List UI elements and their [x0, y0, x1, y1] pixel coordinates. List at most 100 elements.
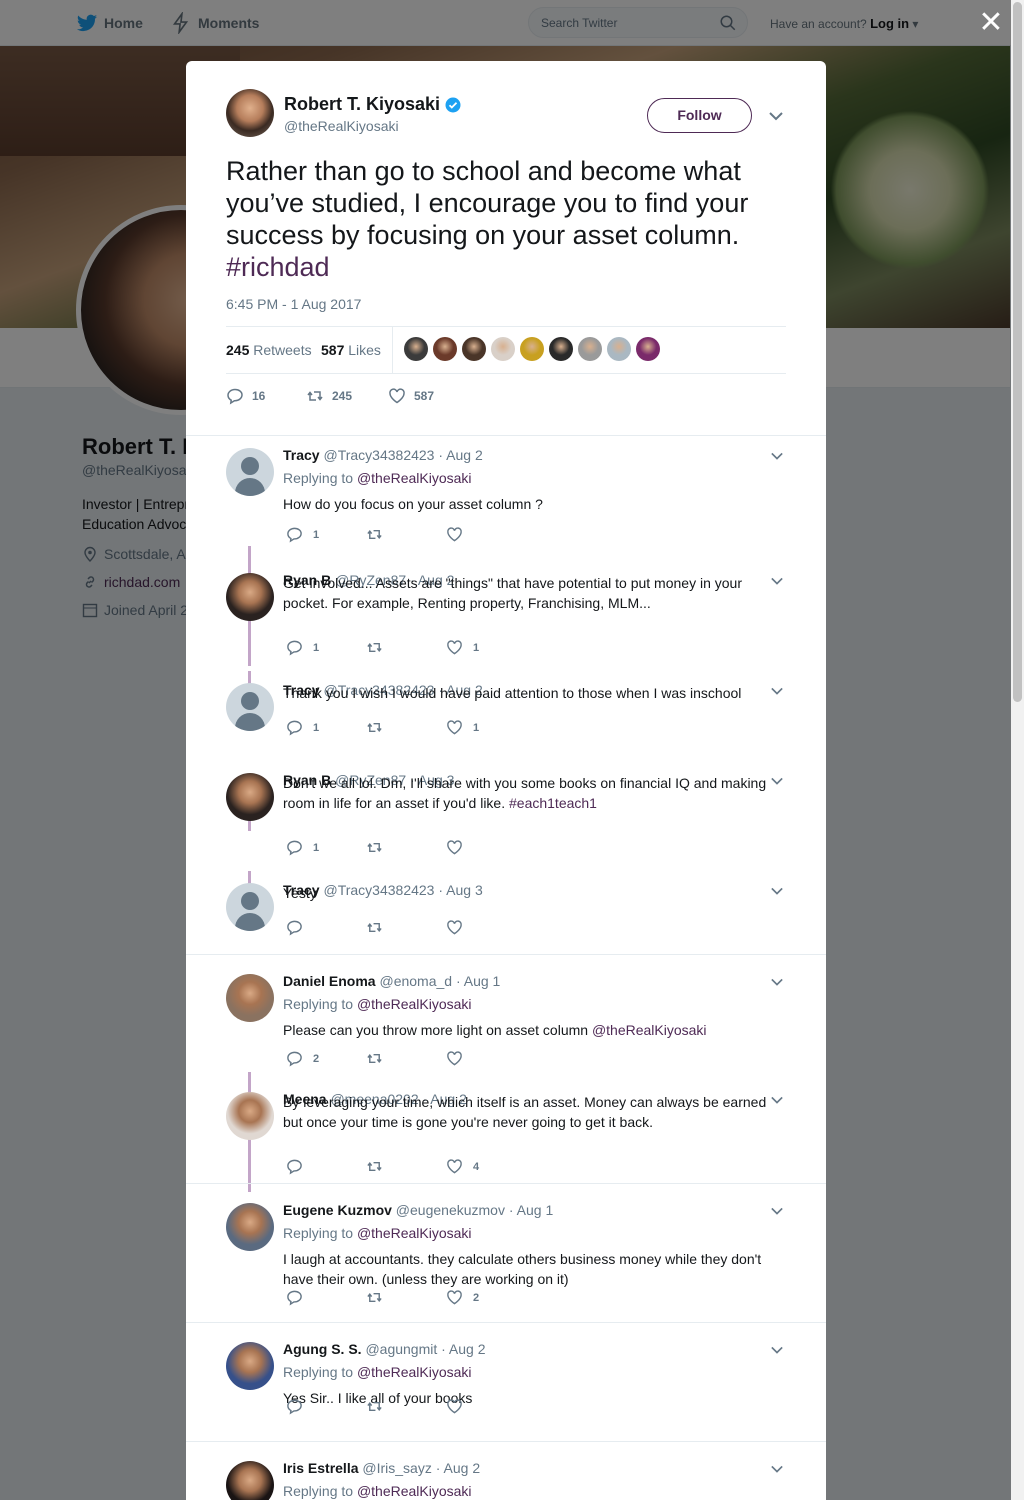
like-button[interactable]: 4: [446, 1158, 526, 1175]
reply-date[interactable]: · Aug 2: [441, 1341, 485, 1357]
chevron-down-icon[interactable]: [770, 1205, 784, 1217]
scrollbar-thumb[interactable]: [1013, 2, 1022, 702]
reply-button[interactable]: [286, 919, 366, 936]
reply-avatar[interactable]: [226, 683, 274, 731]
reply-avatar[interactable]: [226, 1342, 274, 1390]
follow-button[interactable]: Follow: [647, 98, 752, 133]
retweet-stat[interactable]: 245 Retweets: [226, 342, 312, 358]
reply-avatar[interactable]: [226, 1203, 274, 1251]
retweet-button[interactable]: [366, 1158, 446, 1175]
author-handle[interactable]: @theRealKiyosaki: [284, 118, 399, 134]
retweet-button[interactable]: [366, 1289, 446, 1306]
reply-button[interactable]: 1: [286, 839, 366, 856]
reply-author-handle[interactable]: @Iris_sayz: [362, 1460, 431, 1476]
retweet-button[interactable]: [366, 839, 446, 856]
reply-author-handle[interactable]: @enoma_d: [379, 973, 452, 989]
like-button[interactable]: [446, 526, 526, 543]
chevron-down-icon[interactable]: [770, 1463, 784, 1475]
liker-avatar[interactable]: [491, 337, 515, 361]
retweet-button[interactable]: [366, 1398, 446, 1415]
replying-to-link[interactable]: @theRealKiyosaki: [357, 1483, 472, 1499]
chevron-down-icon[interactable]: [770, 450, 784, 462]
reply-actions: 1: [286, 839, 526, 856]
reply-button[interactable]: [286, 1289, 366, 1306]
retweet-button[interactable]: [366, 919, 446, 936]
liker-avatar[interactable]: [607, 337, 631, 361]
reply-button[interactable]: 16: [226, 387, 306, 405]
reply-author-name[interactable]: Eugene Kuzmov: [283, 1202, 392, 1218]
replying-to-link[interactable]: @theRealKiyosaki: [357, 996, 472, 1012]
reply-button[interactable]: 1: [286, 719, 366, 736]
reply-tweet[interactable]: Agung S. S. @agungmit · Aug 2 Replying t…: [186, 1330, 826, 1441]
reply-tweet[interactable]: Tracy @Tracy34382423 · Aug 2 Replying to…: [186, 436, 826, 666]
liker-avatar[interactable]: [636, 337, 660, 361]
author-avatar[interactable]: [226, 89, 274, 137]
reply-author-name[interactable]: Agung S. S.: [283, 1341, 362, 1357]
retweet-button[interactable]: [366, 526, 446, 543]
like-button[interactable]: [446, 919, 526, 936]
retweet-button[interactable]: [366, 1050, 446, 1067]
retweet-button[interactable]: 245: [306, 387, 388, 405]
likes-stat[interactable]: 587 Likes: [321, 342, 381, 358]
chevron-down-icon[interactable]: [770, 1344, 784, 1356]
retweet-button[interactable]: [366, 719, 446, 736]
scrollbar[interactable]: [1011, 0, 1024, 1500]
reply-button[interactable]: [286, 1158, 366, 1175]
like-button[interactable]: [446, 839, 526, 856]
reply-avatar[interactable]: [226, 773, 274, 821]
reply-count: 1: [313, 528, 320, 541]
liker-avatar[interactable]: [520, 337, 544, 361]
liker-avatar[interactable]: [462, 337, 486, 361]
chevron-down-icon[interactable]: [770, 976, 784, 988]
replying-to-link[interactable]: @theRealKiyosaki: [357, 1225, 472, 1241]
reply-button[interactable]: 2: [286, 1050, 366, 1067]
liker-avatar[interactable]: [549, 337, 573, 361]
reply-tweet[interactable]: Tracy @Tracy34382423 · Aug 3 Yesty: [186, 871, 826, 954]
replying-to-link[interactable]: @theRealKiyosaki: [357, 470, 472, 486]
reply-author-handle[interactable]: @agungmit: [365, 1341, 437, 1357]
reply-tweet[interactable]: Iris Estrella @Iris_sayz · Aug 2 Replyin…: [186, 1449, 826, 1500]
like-button[interactable]: [446, 1398, 526, 1415]
like-button[interactable]: 587: [388, 387, 434, 405]
reply-avatar[interactable]: [226, 573, 274, 621]
like-button[interactable]: 1: [446, 639, 526, 656]
author-name[interactable]: Robert T. Kiyosaki: [284, 94, 461, 115]
reply-author-name[interactable]: Tracy: [283, 447, 320, 463]
reply-avatar[interactable]: [226, 883, 274, 931]
reply-tweet[interactable]: Meena @meena0202 · Aug 2 By leveraging y…: [186, 1080, 826, 1183]
author-name-text[interactable]: Robert T. Kiyosaki: [284, 94, 440, 115]
liker-avatar[interactable]: [578, 337, 602, 361]
retweet-button[interactable]: [366, 639, 446, 656]
tweet-timestamp[interactable]: 6:45 PM - 1 Aug 2017: [226, 296, 361, 312]
reply-button[interactable]: 1: [286, 639, 366, 656]
like-button[interactable]: 2: [446, 1289, 526, 1306]
reply-author-name[interactable]: Daniel Enoma: [283, 973, 376, 989]
reply-tweet[interactable]: Ryan B @RyZen87 · Aug 2 Get involved... …: [186, 561, 826, 731]
liker-avatar[interactable]: [404, 337, 428, 361]
reply-tweet[interactable]: Daniel Enoma @enoma_d · Aug 1 Replying t…: [186, 962, 826, 1192]
reply-button[interactable]: 1: [286, 526, 366, 543]
reply-avatar[interactable]: [226, 1092, 274, 1140]
liker-avatar[interactable]: [433, 337, 457, 361]
like-button[interactable]: [446, 1050, 526, 1067]
reply-author-handle[interactable]: @Tracy34382423: [323, 447, 434, 463]
reply-author-name[interactable]: Iris Estrella: [283, 1460, 359, 1476]
reply-avatar[interactable]: [226, 1461, 274, 1500]
hashtag-link[interactable]: #each1teach1: [509, 795, 597, 811]
reply-date[interactable]: · Aug 1: [509, 1202, 553, 1218]
hashtag-link[interactable]: #richdad: [226, 252, 330, 282]
reply-date[interactable]: · Aug 1: [456, 973, 500, 989]
reply-button[interactable]: [286, 1398, 366, 1415]
reply-date[interactable]: · Aug 2: [436, 1460, 480, 1476]
reply-date[interactable]: · Aug 2: [438, 447, 482, 463]
mention-link[interactable]: @theRealKiyosaki: [592, 1022, 707, 1038]
reply-avatar[interactable]: [226, 974, 274, 1022]
reply-author-handle[interactable]: @eugenekuzmov: [396, 1202, 505, 1218]
replying-to-link[interactable]: @theRealKiyosaki: [357, 1364, 472, 1380]
like-button[interactable]: 1: [446, 719, 526, 736]
reply-tweet[interactable]: Eugene Kuzmov @eugenekuzmov · Aug 1 Repl…: [186, 1191, 826, 1322]
reply-tweet[interactable]: Ryan B @RyZen87 · Aug 3 Don't we all lol…: [186, 761, 826, 931]
close-icon[interactable]: ✕: [976, 8, 1006, 38]
reply-avatar[interactable]: [226, 448, 274, 496]
chevron-down-icon[interactable]: [768, 109, 784, 123]
